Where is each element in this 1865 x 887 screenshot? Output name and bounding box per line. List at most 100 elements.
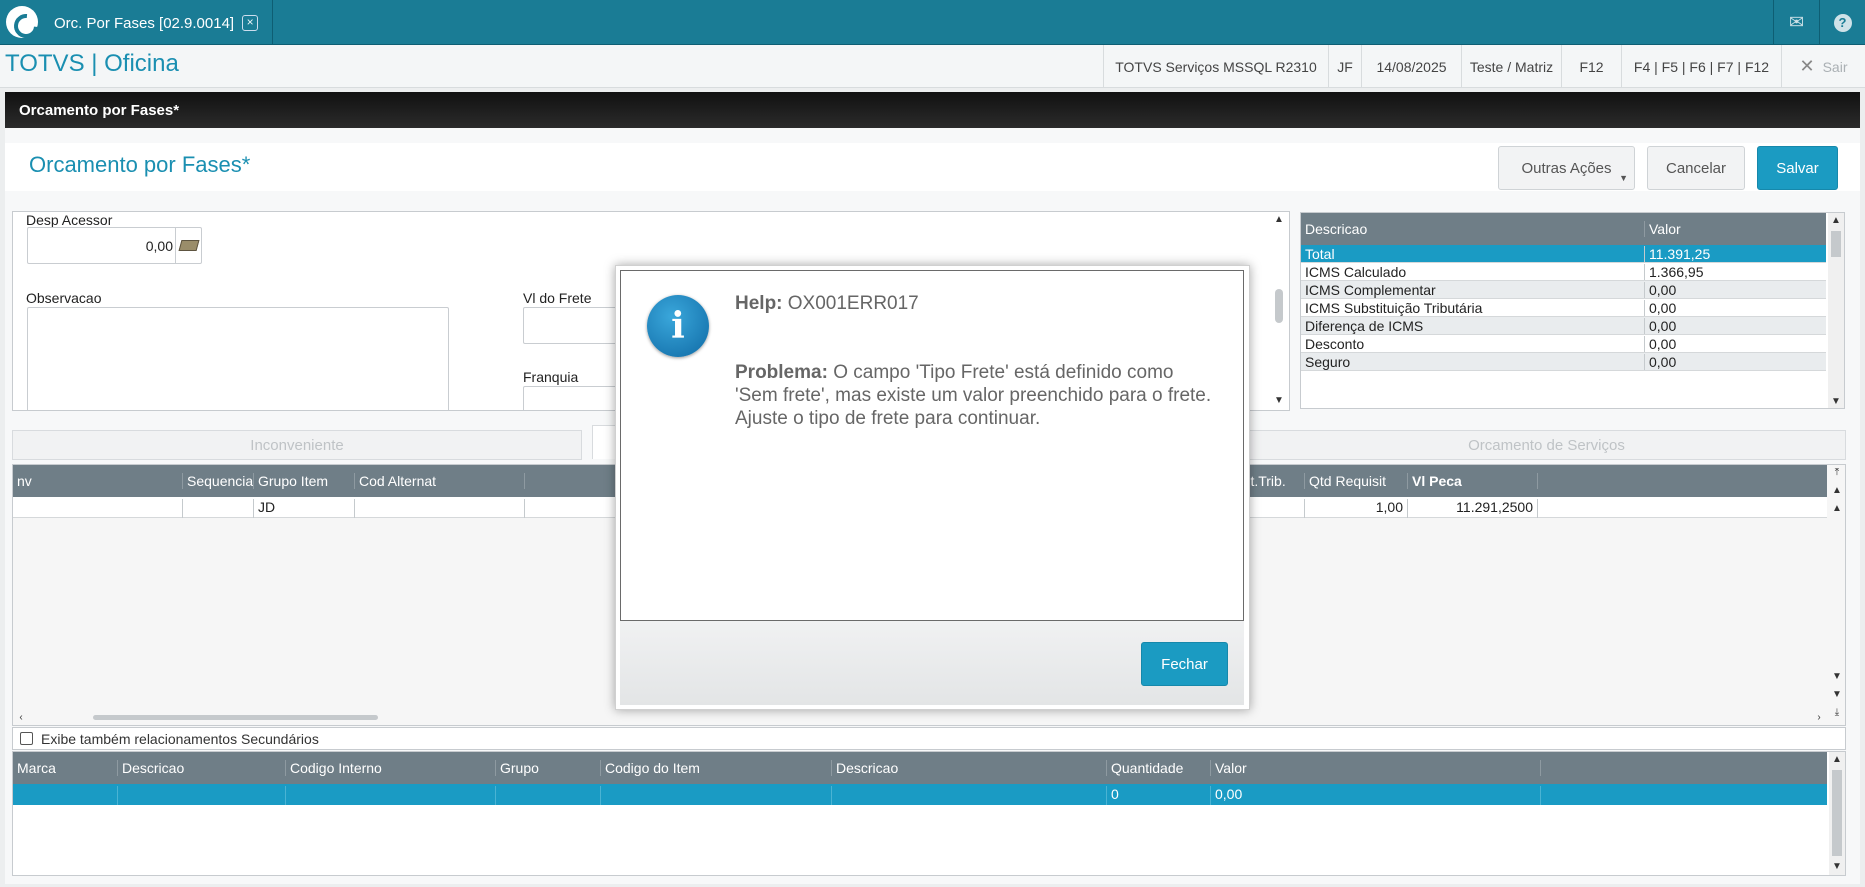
parts-cell[interactable]: 1,00 [1305, 499, 1408, 518]
problem-label: Problema: [735, 362, 828, 383]
secondary-relations-checkbox[interactable] [20, 732, 33, 745]
parts-header-cell[interactable]: nv [13, 473, 183, 489]
related-cell[interactable] [601, 786, 832, 805]
parts-cell[interactable] [13, 499, 183, 518]
scroll-bottom-icon[interactable]: ⤓ [1829, 705, 1845, 721]
summary-cell-descricao: Seguro [1301, 354, 1645, 370]
parts-scroll-controls: ⤒ ▲ ▲ ▼ ▼ ⤓ [1829, 465, 1845, 718]
other-actions-button[interactable]: Outras Ações ▼ [1498, 146, 1635, 190]
form-scrollbar[interactable] [1275, 289, 1283, 323]
environment-info[interactable]: Teste / Matriz [1461, 45, 1561, 88]
scroll-down-icon[interactable]: ▼ [1829, 669, 1845, 685]
scroll-top-icon[interactable]: ⤒ [1829, 465, 1845, 481]
summary-scroll-thumb[interactable] [1831, 231, 1841, 257]
close-icon[interactable]: × [242, 15, 259, 31]
vl-frete-label: Vl do Frete [523, 290, 592, 306]
summary-header: Descricao Valor [1301, 213, 1826, 245]
franquia-label: Franquia [523, 369, 579, 385]
related-cell[interactable]: 0 [1107, 786, 1211, 805]
save-button[interactable]: Salvar [1757, 146, 1838, 190]
related-header-cell[interactable]: Grupo [496, 760, 601, 776]
parts-cell[interactable] [183, 499, 254, 518]
mail-icon[interactable]: ✉ [1773, 0, 1819, 45]
parts-header-cell[interactable]: Vl Peca [1408, 473, 1538, 489]
related-cell[interactable] [286, 786, 496, 805]
observacao-label: Observacao [26, 290, 102, 306]
related-header-cell[interactable]: Descricao [832, 760, 1107, 776]
table-row[interactable]: Desconto 0,00 [1301, 335, 1826, 353]
horizontal-scrollbar[interactable] [93, 715, 378, 720]
window-title: Orcamento por Fases* [5, 92, 1860, 128]
related-header-cell[interactable]: Marca [13, 760, 118, 776]
scroll-down-icon[interactable]: ▼ [1271, 393, 1287, 409]
related-grid: Marca Descricao Codigo Interno Grupo Codigo … [12, 751, 1846, 876]
help-icon[interactable]: ? [1819, 0, 1865, 45]
related-scrollbar[interactable]: ▲ ▼ [1829, 752, 1845, 875]
exit-button[interactable]: ✕ Sair [1781, 45, 1865, 88]
totvs-logo-icon[interactable] [6, 6, 38, 38]
related-scroll-thumb[interactable] [1832, 770, 1842, 856]
problem-message: Problema: O campo 'Tipo Frete' está defi… [735, 361, 1215, 430]
shortcuts-info[interactable]: F4 | F5 | F6 | F7 | F12 [1621, 45, 1781, 88]
table-row[interactable]: ICMS Substituição Tributária 0,00 [1301, 299, 1826, 317]
app-tab[interactable]: Orc. Por Fases [02.9.0014] × [46, 8, 266, 38]
observacao-textarea[interactable] [27, 307, 449, 410]
related-cell[interactable] [118, 786, 286, 805]
scroll-up-icon[interactable]: ▲ [1828, 213, 1844, 229]
date-info[interactable]: 14/08/2025 [1361, 45, 1461, 88]
scroll-up-icon[interactable]: ▲ [1829, 752, 1845, 768]
summary-cell-descricao: Desconto [1301, 336, 1645, 352]
help-code: OX001ERR017 [787, 293, 919, 314]
parts-header-cell[interactable]: Sequencia [183, 473, 254, 489]
related-header-cell[interactable]: Valor [1211, 760, 1541, 776]
table-row[interactable]: Total 11.391,25 [1301, 245, 1826, 263]
related-cell[interactable] [496, 786, 601, 805]
table-row[interactable]: Diferença de ICMS 0,00 [1301, 317, 1826, 335]
related-cell[interactable] [13, 786, 118, 805]
cancel-button[interactable]: Cancelar [1647, 146, 1745, 190]
parts-cell[interactable] [355, 499, 525, 518]
parts-header-cell[interactable]: Qtd Requisit [1305, 473, 1408, 489]
summary-table: Descricao Valor Total 11.391,25 ICMS Calcu… [1300, 212, 1845, 409]
related-header-cell[interactable]: Descricao [118, 760, 286, 776]
scroll-down-icon[interactable]: ▼ [1828, 394, 1844, 408]
related-cell[interactable]: 0,00 [1211, 786, 1541, 805]
parts-cell[interactable]: JD [254, 499, 355, 518]
summary-scrollbar[interactable]: ▲ ▼ [1828, 213, 1844, 408]
desp-acessor-value: 0,00 [145, 238, 173, 254]
f12-shortcut[interactable]: F12 [1561, 45, 1621, 88]
related-header-cell[interactable]: Codigo Interno [286, 760, 496, 776]
secondary-relations-row: Exibe também relacionamentos Secundários [12, 727, 1846, 750]
scroll-left-icon[interactable]: ‹ [13, 710, 29, 725]
tab-servicos[interactable]: Orcamento de Serviços [1247, 430, 1846, 460]
server-info[interactable]: TOTVS Serviços MSSQL R2310 [1103, 45, 1328, 88]
related-cell[interactable] [832, 786, 1107, 805]
summary-cell-valor: 1.366,95 [1649, 264, 1704, 280]
page-up-icon[interactable]: ▲ [1829, 483, 1845, 499]
scroll-up-icon[interactable]: ▲ [1271, 212, 1287, 228]
help-code-line: Help: OX001ERR017 [735, 293, 919, 315]
page-down-icon[interactable]: ▼ [1829, 687, 1845, 703]
scroll-down-icon[interactable]: ▼ [1829, 859, 1845, 875]
related-header-cell[interactable]: Quantidade [1107, 760, 1211, 776]
user-info[interactable]: JF [1328, 45, 1361, 88]
summary-cell-valor: 0,00 [1649, 318, 1677, 334]
parts-header-cell[interactable]: Cod Alternat [355, 473, 525, 489]
table-row[interactable]: Seguro 0,00 [1301, 353, 1826, 371]
close-dialog-button[interactable]: Fechar [1141, 642, 1228, 686]
parts-header-cell[interactable]: Grupo Item [254, 473, 355, 489]
scroll-right-icon[interactable]: › [1811, 710, 1827, 725]
desp-acessor-field[interactable]: 0,00 [27, 227, 202, 264]
calculator-icon[interactable] [175, 228, 201, 263]
summary-cell-descricao: ICMS Substituição Tributária [1301, 300, 1645, 316]
tab-inconveniente[interactable]: Inconveniente [12, 430, 582, 460]
other-actions-label: Outras Ações [1521, 159, 1612, 177]
table-row[interactable]: 0 0,00 [13, 784, 1827, 805]
table-row[interactable]: ICMS Calculado 1.366,95 [1301, 263, 1826, 281]
desp-acessor-label: Desp Acessor [26, 212, 113, 228]
scroll-up-icon[interactable]: ▲ [1829, 501, 1845, 517]
related-header-cell[interactable]: Codigo do Item [601, 760, 832, 776]
tab-divider [272, 0, 273, 45]
table-row[interactable]: ICMS Complementar 0,00 [1301, 281, 1826, 299]
parts-cell[interactable]: 11.291,2500 [1408, 499, 1538, 518]
